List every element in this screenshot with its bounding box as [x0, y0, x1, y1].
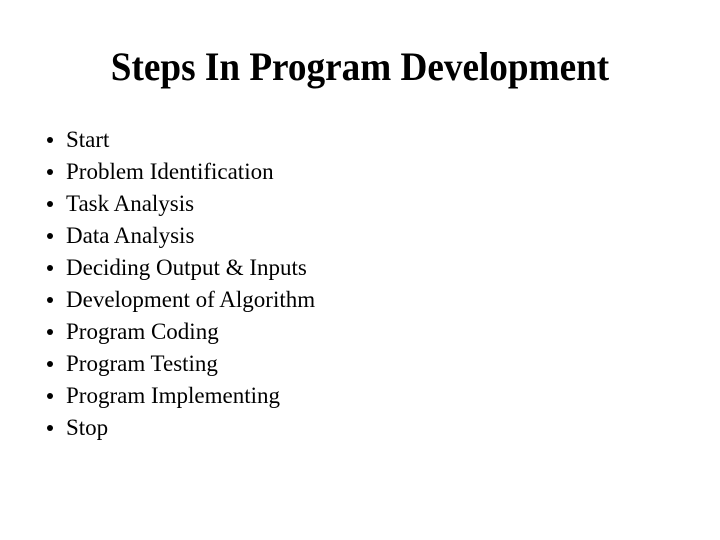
- list-item-label: Stop: [66, 415, 109, 440]
- list-item[interactable]: Development of Algorithm: [40, 284, 680, 316]
- list-item-label: Program Coding: [66, 319, 219, 344]
- list-item[interactable]: Start: [40, 124, 680, 156]
- bullet-dot-icon: [47, 297, 53, 303]
- steps-bullet-list: Start Problem Identification Task Analys…: [40, 124, 680, 444]
- list-item[interactable]: Program Coding: [40, 316, 680, 348]
- list-item-label: Program Implementing: [66, 383, 280, 408]
- list-item-label: Development of Algorithm: [66, 287, 316, 312]
- list-item[interactable]: Program Implementing: [40, 380, 680, 412]
- list-item[interactable]: Data Analysis: [40, 220, 680, 252]
- bullet-dot-icon: [47, 201, 53, 207]
- list-item-label: Data Analysis: [66, 223, 195, 248]
- bullet-dot-icon: [47, 425, 53, 431]
- page-title: Steps In Program Development: [110, 44, 610, 89]
- list-item[interactable]: Program Testing: [40, 348, 680, 380]
- list-item-label: Start: [66, 127, 110, 152]
- list-item-label: Deciding Output & Inputs: [66, 255, 307, 280]
- list-item[interactable]: Problem Identification: [40, 156, 680, 188]
- list-item[interactable]: Task Analysis: [40, 188, 680, 220]
- list-item[interactable]: Stop: [40, 412, 680, 444]
- list-item[interactable]: Deciding Output & Inputs: [40, 252, 680, 284]
- slide-canvas: Steps In Program Development Start Probl…: [0, 0, 720, 540]
- bullet-dot-icon: [47, 361, 53, 367]
- bullet-dot-icon: [47, 329, 53, 335]
- list-item-label: Program Testing: [66, 351, 218, 376]
- list-item-label: Task Analysis: [66, 191, 195, 216]
- bullet-dot-icon: [47, 233, 53, 239]
- bullet-dot-icon: [47, 265, 53, 271]
- bullet-dot-icon: [47, 137, 53, 143]
- list-item-label: Problem Identification: [66, 159, 274, 184]
- bullet-dot-icon: [47, 393, 53, 399]
- bullet-dot-icon: [47, 169, 53, 175]
